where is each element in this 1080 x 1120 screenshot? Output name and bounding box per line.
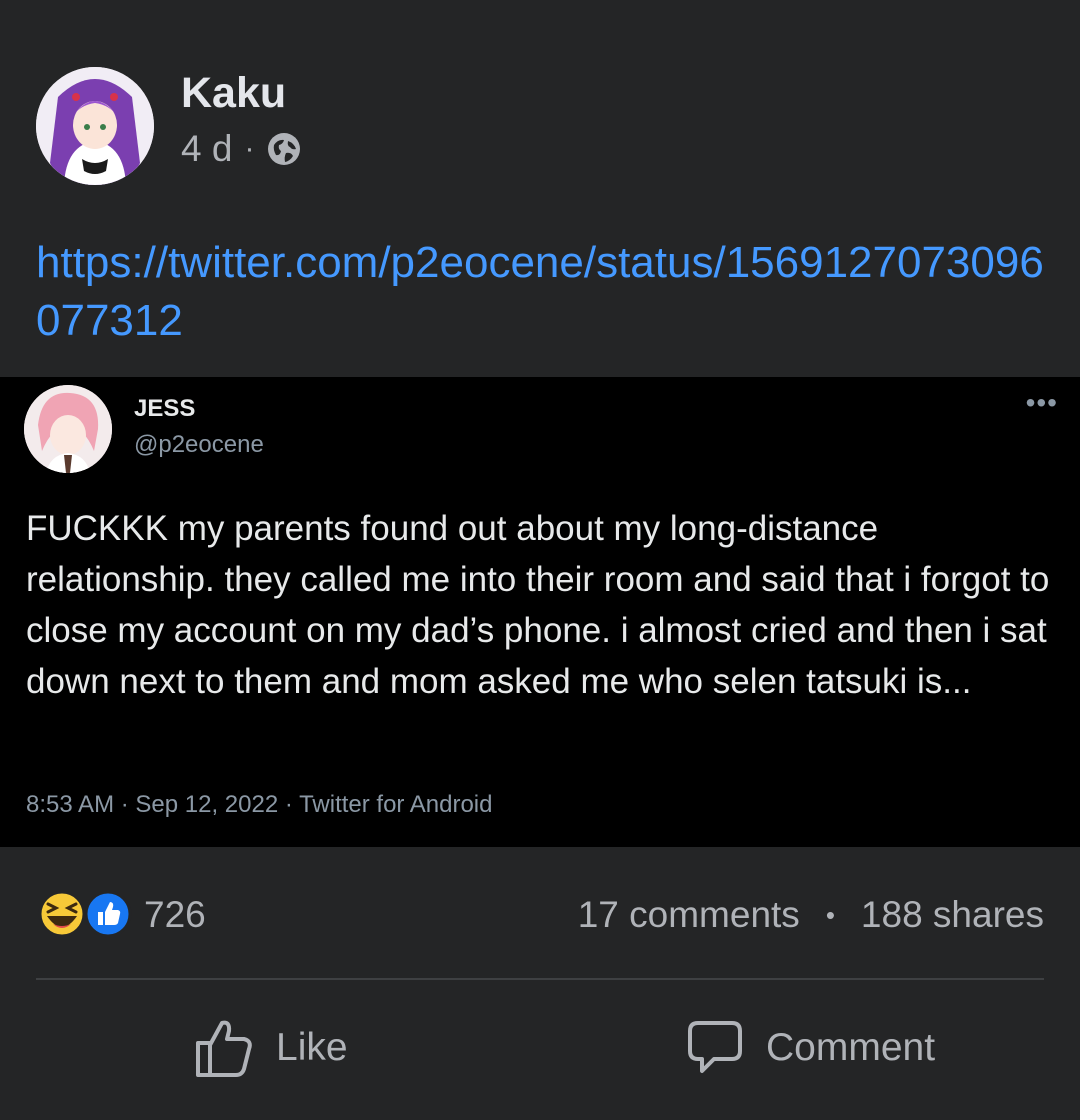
meta-separator: · bbox=[244, 132, 255, 165]
post-age[interactable]: 4 d bbox=[181, 127, 232, 171]
reaction-count[interactable]: 726 bbox=[144, 894, 206, 936]
facebook-post: Kaku 4 d · https://twitter.com/p2eocene/… bbox=[0, 0, 1080, 1120]
engagement-summary: 17 comments • 188 shares bbox=[578, 894, 1044, 936]
shares-count[interactable]: 188 shares bbox=[861, 894, 1044, 936]
comment-icon bbox=[688, 1021, 742, 1073]
like-button[interactable]: Like bbox=[194, 1010, 348, 1086]
globe-icon[interactable] bbox=[266, 131, 302, 167]
tweet-avatar-image bbox=[24, 385, 112, 473]
haha-icon bbox=[38, 890, 86, 938]
like-icon bbox=[84, 890, 132, 938]
post-meta: 4 d · bbox=[181, 127, 302, 171]
tweet-footer: 8:53 AM · Sep 12, 2022 · Twitter for And… bbox=[26, 791, 493, 818]
comment-label: Comment bbox=[766, 1026, 936, 1069]
engagement-separator: • bbox=[825, 899, 835, 930]
post-link[interactable]: https://twitter.com/p2eocene/status/1569… bbox=[36, 234, 1046, 350]
tweet-text: FUCKKK my parents found out about my lon… bbox=[26, 509, 1050, 701]
thumbs-up-icon bbox=[196, 1020, 252, 1077]
comments-count[interactable]: 17 comments bbox=[578, 894, 800, 936]
post-header: Kaku 4 d · bbox=[36, 66, 302, 186]
author-meta: Kaku 4 d · bbox=[181, 67, 302, 171]
more-icon: ••• bbox=[1025, 387, 1058, 418]
reactions-summary[interactable]: 726 bbox=[36, 890, 206, 940]
reaction-icons bbox=[36, 890, 136, 940]
tweet-handle: @p2eocene bbox=[134, 431, 264, 458]
author-name[interactable]: Kaku bbox=[181, 67, 302, 119]
like-label: Like bbox=[276, 1026, 348, 1069]
tweet-display-name: JESS bbox=[134, 395, 196, 422]
embedded-tweet-image[interactable]: JESS @p2eocene ••• FUCKKK my parents fou… bbox=[0, 377, 1080, 847]
author-avatar-image bbox=[36, 67, 154, 185]
divider bbox=[36, 978, 1044, 980]
author-avatar[interactable] bbox=[36, 67, 154, 185]
comment-button[interactable]: Comment bbox=[686, 1010, 935, 1086]
reaction-icons-svg bbox=[38, 890, 132, 938]
tweet-avatar bbox=[24, 385, 112, 473]
